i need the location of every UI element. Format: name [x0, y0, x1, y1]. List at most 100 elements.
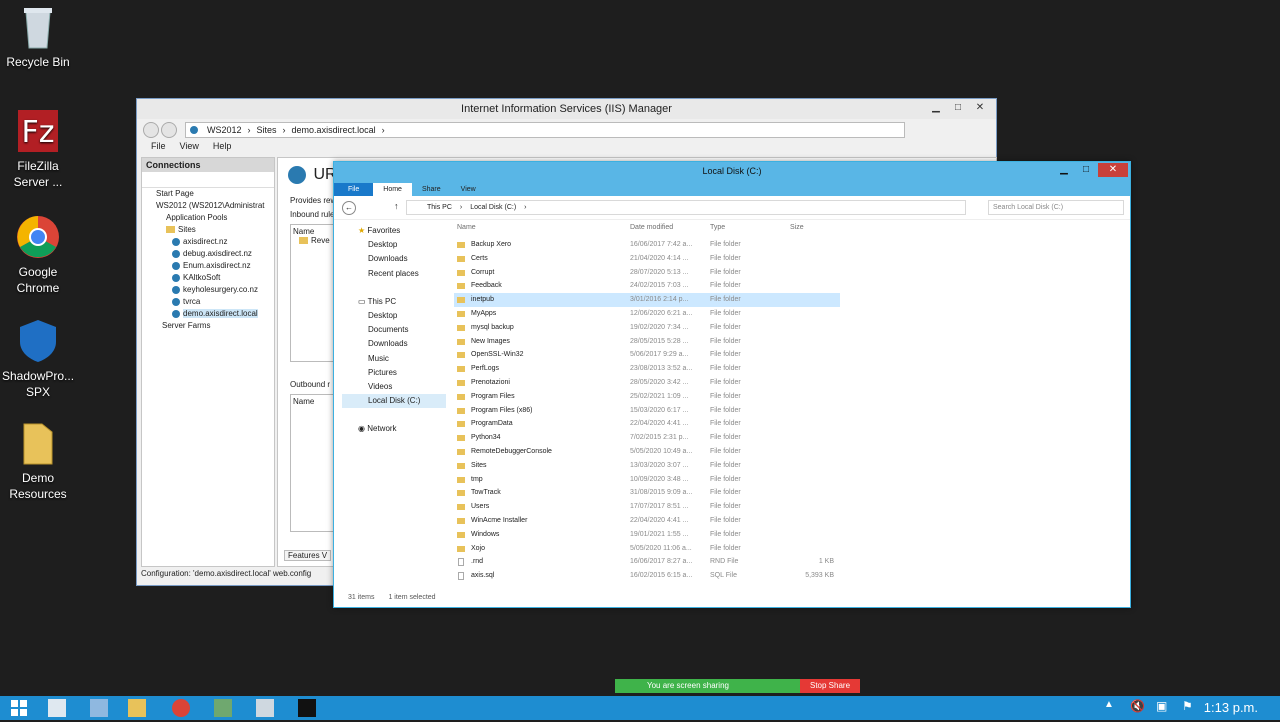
desktop-icon-shadowprotect[interactable]: ShadowPro... SPX: [2, 318, 74, 400]
file-row[interactable]: MyApps 12/06/2020 6:21 a... File folder: [454, 307, 840, 321]
desktop-icon-recycle-bin[interactable]: Recycle Bin: [2, 4, 74, 70]
file-row[interactable]: Certs 21/04/2020 4:14 ... File folder: [454, 252, 840, 266]
chrome-icon[interactable]: [172, 699, 190, 717]
up-icon[interactable]: ↑: [394, 201, 399, 211]
file-row[interactable]: New Images 28/05/2015 5:28 ... File folder: [454, 335, 840, 349]
ribbon-tab-share[interactable]: Share: [412, 183, 451, 196]
powershell-icon[interactable]: [90, 699, 108, 717]
column-header-size[interactable]: Size: [790, 224, 804, 231]
iis-titlebar[interactable]: Internet Information Services (IIS) Mana…: [137, 99, 996, 119]
file-row[interactable]: Prenotazioni 28/05/2020 3:42 ... File fold…: [454, 376, 840, 390]
tree-item[interactable]: Sites: [142, 224, 274, 236]
nav-item-local-disk[interactable]: Local Disk (C:): [342, 394, 446, 409]
file-row[interactable]: Program Files 25/02/2021 1:09 ... File fol…: [454, 390, 840, 404]
minimize-icon[interactable]: ▁: [926, 101, 946, 115]
outbound-rules-list[interactable]: Name: [290, 394, 338, 532]
forward-icon[interactable]: [161, 122, 177, 138]
file-row[interactable]: WinAcme Installer 22/04/2020 4:41 ... File…: [454, 514, 840, 528]
column-header-name[interactable]: Name: [457, 224, 476, 231]
command-prompt-icon[interactable]: [298, 699, 316, 717]
server-manager-icon[interactable]: [48, 699, 66, 717]
file-row[interactable]: Windows 19/01/2021 1:55 ... File folder: [454, 528, 840, 542]
desktop-icon-demo-resources[interactable]: Demo Resources: [2, 420, 74, 502]
file-row[interactable]: TowTrack 31/08/2015 9:09 a... File folder: [454, 486, 840, 500]
breadcrumb-item[interactable]: demo.axisdirect.local: [292, 125, 376, 135]
maximize-icon[interactable]: □: [948, 101, 968, 115]
tree-item[interactable]: KAltkoSoft: [142, 272, 274, 284]
tree-item[interactable]: tvrca: [142, 296, 274, 308]
file-row[interactable]: mysql backup 19/02/2020 7:34 ... File fold…: [454, 321, 840, 335]
nav-item[interactable]: Documents: [342, 323, 446, 337]
file-row[interactable]: Feedback 24/02/2015 7:03 ... File folder: [454, 279, 840, 293]
file-explorer-icon[interactable]: [128, 699, 146, 717]
file-row[interactable]: axis.sql 16/02/2015 6:15 a... SQL File 5,39…: [454, 569, 840, 583]
nav-item[interactable]: Recent places: [342, 267, 446, 281]
tree-item[interactable]: Start Page: [142, 188, 274, 200]
nav-favorites[interactable]: ★ Favorites: [342, 224, 446, 238]
column-name[interactable]: Name: [293, 227, 335, 236]
file-row[interactable]: Xojo 5/05/2020 11:06 a... File folder: [454, 542, 840, 556]
stop-share-button[interactable]: Stop Share: [800, 679, 860, 693]
file-row[interactable]: tmp 10/09/2020 3:48 ... File folder: [454, 473, 840, 487]
back-icon[interactable]: [143, 122, 159, 138]
nav-item[interactable]: Downloads: [342, 252, 446, 266]
start-button[interactable]: [10, 699, 28, 717]
tree-item[interactable]: axisdirect.nz: [142, 236, 274, 248]
tree-item[interactable]: Enum.axisdirect.nz: [142, 260, 274, 272]
breadcrumb-item[interactable]: This PC: [427, 204, 452, 211]
speaker-icon[interactable]: 🔇: [1130, 699, 1148, 717]
desktop-icon-filezilla[interactable]: Fz FileZilla Server ...: [2, 108, 74, 190]
breadcrumb-item[interactable]: Sites: [257, 125, 277, 135]
network-icon[interactable]: ▣: [1156, 699, 1174, 717]
maximize-icon[interactable]: □: [1076, 163, 1096, 177]
column-name[interactable]: Name: [293, 397, 335, 406]
tree-item[interactable]: Server Farms: [142, 320, 274, 332]
close-icon[interactable]: ✕: [970, 101, 990, 115]
ribbon-tab-file[interactable]: File: [334, 183, 374, 196]
notification-chevron-icon[interactable]: ▲: [1104, 699, 1122, 717]
search-input[interactable]: Search Local Disk (C:): [988, 200, 1124, 215]
file-row[interactable]: PerfLogs 23/08/2013 3:52 a... File folder: [454, 362, 840, 376]
nav-this-pc[interactable]: ▭ This PC: [342, 295, 446, 309]
file-row[interactable]: OpenSSL-Win32 5/06/2017 9:29 a... File fol…: [454, 348, 840, 362]
desktop-icon-chrome[interactable]: Google Chrome: [2, 214, 74, 296]
breadcrumb-item[interactable]: Local Disk (C:): [470, 204, 516, 211]
column-header-type[interactable]: Type: [710, 224, 725, 231]
menu-help[interactable]: Help: [213, 141, 232, 157]
nav-item[interactable]: Desktop: [342, 309, 446, 323]
file-row[interactable]: Program Files (x86) 15/03/2020 6:17 ... Fi…: [454, 404, 840, 418]
flag-icon[interactable]: ⚑: [1182, 699, 1200, 717]
address-bar[interactable]: This PC › Local Disk (C:) ›: [406, 200, 966, 215]
ribbon-tab-view[interactable]: View: [451, 183, 486, 196]
file-row[interactable]: RemoteDebuggerConsole 5/05/2020 10:49 a..…: [454, 445, 840, 459]
ribbon-tab-home[interactable]: Home: [373, 183, 412, 196]
nav-network[interactable]: ◉ Network: [342, 422, 446, 436]
tab-features-view[interactable]: Features V: [284, 550, 332, 561]
file-row[interactable]: inetpub 3/01/2016 2:14 p... File folder: [454, 293, 840, 307]
clock[interactable]: 1:13 p.m.: [1204, 700, 1258, 715]
file-row[interactable]: Corrupt 28/07/2020 5:13 ... File folder: [454, 266, 840, 280]
file-row[interactable]: ProgramData 22/04/2020 4:41 ... File folde…: [454, 417, 840, 431]
tree-item[interactable]: keyholesurgery.co.nz: [142, 284, 274, 296]
rule-item[interactable]: Reve: [293, 236, 335, 245]
tree-item[interactable]: Application Pools: [142, 212, 274, 224]
minimize-icon[interactable]: ▁: [1054, 163, 1074, 177]
nav-item[interactable]: Desktop: [342, 238, 446, 252]
menu-file[interactable]: File: [151, 141, 166, 157]
file-row[interactable]: Python34 7/02/2015 2:31 p... File folder: [454, 431, 840, 445]
nav-item[interactable]: Videos: [342, 380, 446, 394]
file-row[interactable]: Users 17/07/2017 8:51 ... File folder: [454, 500, 840, 514]
back-icon[interactable]: ←: [342, 201, 356, 215]
file-row[interactable]: Backup Xero 16/06/2017 7:42 a... File fold…: [454, 238, 840, 252]
nav-item[interactable]: Music: [342, 352, 446, 366]
menu-view[interactable]: View: [180, 141, 199, 157]
nav-item[interactable]: Downloads: [342, 337, 446, 351]
inbound-rules-list[interactable]: Name Reve: [290, 224, 338, 362]
explorer-titlebar[interactable]: Local Disk (C:) ▁ □ ✕: [334, 162, 1130, 180]
nav-item[interactable]: Pictures: [342, 366, 446, 380]
breadcrumb-item[interactable]: WS2012: [207, 125, 242, 135]
file-row[interactable]: Sites 13/03/2020 3:07 ... File folder: [454, 459, 840, 473]
iis-manager-icon[interactable]: [214, 699, 232, 717]
tree-item[interactable]: demo.axisdirect.local: [142, 308, 274, 320]
tree-item[interactable]: WS2012 (WS2012\Administrat: [142, 200, 274, 212]
